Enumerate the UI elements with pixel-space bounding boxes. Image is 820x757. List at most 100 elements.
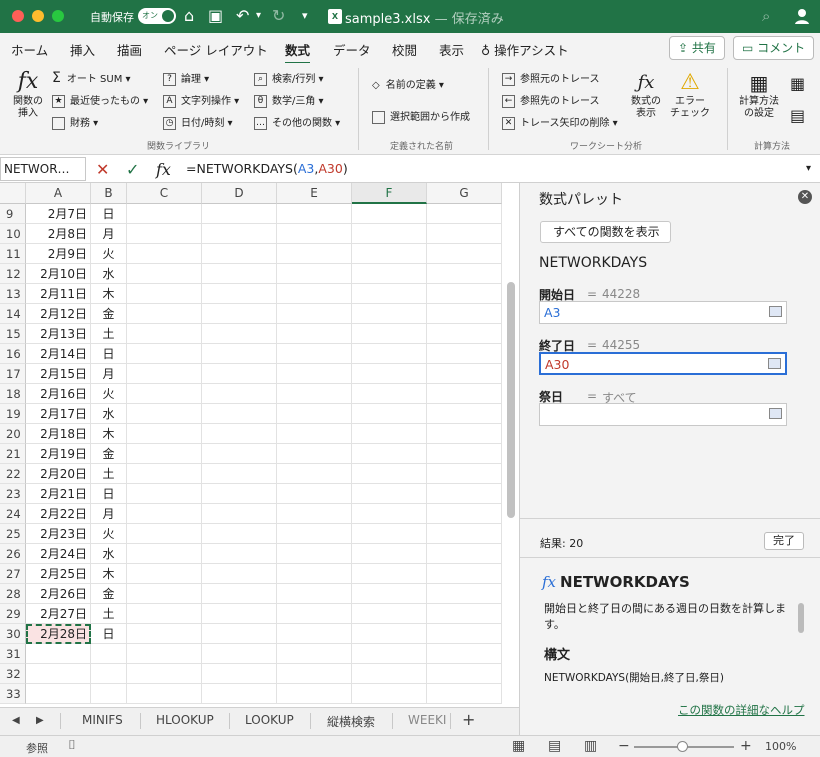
empty-cell[interactable] <box>277 424 352 444</box>
empty-cell[interactable] <box>202 204 277 224</box>
empty-cell[interactable] <box>277 364 352 384</box>
show-formulas-button[interactable]: ƒx 数式の 表示 <box>628 70 664 120</box>
redo-icon[interactable]: ↻ <box>272 6 285 26</box>
normal-view-icon[interactable]: ▦ <box>512 738 525 754</box>
zoom-window-button[interactable] <box>52 10 64 22</box>
empty-cell[interactable] <box>352 224 427 244</box>
empty-cell[interactable] <box>352 584 427 604</box>
empty-cell[interactable] <box>427 484 502 504</box>
row-header[interactable]: 28 <box>0 584 26 604</box>
weekday-cell[interactable] <box>91 684 127 704</box>
empty-cell[interactable] <box>202 344 277 364</box>
row-header[interactable]: 9 <box>0 204 26 224</box>
page-break-view-icon[interactable]: ▥ <box>584 738 597 754</box>
weekday-cell[interactable]: 火 <box>91 244 127 264</box>
enter-check-icon[interactable]: ✓ <box>126 160 139 179</box>
zoom-slider-thumb[interactable] <box>677 741 688 752</box>
macro-record-icon[interactable]: ⌷ <box>68 738 76 753</box>
row-header[interactable]: 18 <box>0 384 26 404</box>
empty-cell[interactable] <box>127 664 202 684</box>
empty-cell[interactable] <box>127 404 202 424</box>
row-header[interactable]: 26 <box>0 544 26 564</box>
date-cell[interactable]: 2月8日 <box>26 224 91 244</box>
tab-draw[interactable]: 描画 <box>117 40 142 59</box>
done-button[interactable]: 完了 <box>764 532 804 550</box>
empty-cell[interactable] <box>127 204 202 224</box>
empty-cell[interactable] <box>127 304 202 324</box>
cancel-icon[interactable]: ✕ <box>96 160 109 179</box>
empty-cell[interactable] <box>277 304 352 324</box>
recent-functions-button[interactable]: ★ 最近使ったもの ▾ <box>52 92 148 108</box>
empty-cell[interactable] <box>427 504 502 524</box>
empty-cell[interactable] <box>277 544 352 564</box>
arg-input-end-date[interactable]: A30 <box>539 352 787 375</box>
date-cell[interactable]: 2月16日 <box>26 384 91 404</box>
weekday-cell[interactable]: 月 <box>91 224 127 244</box>
row-header[interactable]: 23 <box>0 484 26 504</box>
spreadsheet-grid[interactable]: A B C D E F G 9 2月7日日 10 2月8日月 11 2月9日火 12 2月10日水 13 2月1… <box>0 183 519 707</box>
date-cell[interactable]: 2月20日 <box>26 464 91 484</box>
home-icon[interactable]: ⌂ <box>184 6 194 26</box>
user-icon[interactable] <box>793 7 811 25</box>
empty-cell[interactable] <box>277 224 352 244</box>
empty-cell[interactable] <box>127 324 202 344</box>
empty-cell[interactable] <box>127 464 202 484</box>
empty-cell[interactable] <box>127 544 202 564</box>
empty-cell[interactable] <box>352 384 427 404</box>
weekday-cell[interactable]: 土 <box>91 604 127 624</box>
empty-cell[interactable] <box>352 564 427 584</box>
date-cell[interactable]: 2月25日 <box>26 564 91 584</box>
empty-cell[interactable] <box>277 644 352 664</box>
empty-cell[interactable] <box>127 264 202 284</box>
detailed-help-link[interactable]: この関数の詳細なヘルプ <box>678 702 805 718</box>
lookup-button[interactable]: ⌕ 検索/行列 ▾ <box>254 70 324 86</box>
empty-cell[interactable] <box>352 264 427 284</box>
date-cell[interactable]: 2月24日 <box>26 544 91 564</box>
range-picker-icon[interactable] <box>768 358 781 369</box>
weekday-cell[interactable]: 木 <box>91 564 127 584</box>
weekday-cell[interactable]: 日 <box>91 204 127 224</box>
empty-cell[interactable] <box>427 644 502 664</box>
empty-cell[interactable] <box>127 344 202 364</box>
weekday-cell[interactable]: 金 <box>91 304 127 324</box>
row-header[interactable]: 15 <box>0 324 26 344</box>
column-header-g[interactable]: G <box>427 183 502 204</box>
empty-cell[interactable] <box>427 244 502 264</box>
empty-cell[interactable] <box>352 484 427 504</box>
row-header[interactable]: 29 <box>0 604 26 624</box>
empty-cell[interactable] <box>202 564 277 584</box>
empty-cell[interactable] <box>427 384 502 404</box>
empty-cell[interactable] <box>202 664 277 684</box>
empty-cell[interactable] <box>352 504 427 524</box>
tab-view[interactable]: 表示 <box>439 40 464 59</box>
weekday-cell[interactable] <box>91 664 127 684</box>
empty-cell[interactable] <box>127 564 202 584</box>
empty-cell[interactable] <box>127 224 202 244</box>
page-layout-view-icon[interactable]: ▤ <box>548 738 561 754</box>
empty-cell[interactable] <box>427 444 502 464</box>
row-header[interactable]: 19 <box>0 404 26 424</box>
zoom-in-icon[interactable]: + <box>740 738 752 754</box>
arg-input-start-date[interactable]: A3 <box>539 301 787 324</box>
empty-cell[interactable] <box>202 684 277 704</box>
empty-cell[interactable] <box>277 564 352 584</box>
empty-cell[interactable] <box>427 264 502 284</box>
empty-cell[interactable] <box>127 484 202 504</box>
empty-cell[interactable] <box>127 624 202 644</box>
row-header[interactable]: 30 <box>0 624 26 644</box>
define-name-button[interactable]: ◇ 名前の定義 ▾ <box>372 76 444 91</box>
insert-function-button[interactable]: fx 関数の 挿入 <box>12 68 44 120</box>
date-cell[interactable]: 2月28日 <box>26 624 91 644</box>
weekday-cell[interactable]: 水 <box>91 544 127 564</box>
tab-data[interactable]: データ <box>333 40 371 59</box>
show-all-functions-button[interactable]: すべての関数を表示 <box>540 221 671 243</box>
column-header-a[interactable]: A <box>26 183 91 204</box>
empty-cell[interactable] <box>202 524 277 544</box>
search-icon[interactable]: ⌕ <box>762 7 770 25</box>
remove-arrows-button[interactable]: ✕ トレース矢印の削除 ▾ <box>502 114 618 130</box>
date-cell[interactable]: 2月13日 <box>26 324 91 344</box>
empty-cell[interactable] <box>427 464 502 484</box>
empty-cell[interactable] <box>427 524 502 544</box>
weekday-cell[interactable]: 火 <box>91 524 127 544</box>
weekday-cell[interactable]: 木 <box>91 284 127 304</box>
